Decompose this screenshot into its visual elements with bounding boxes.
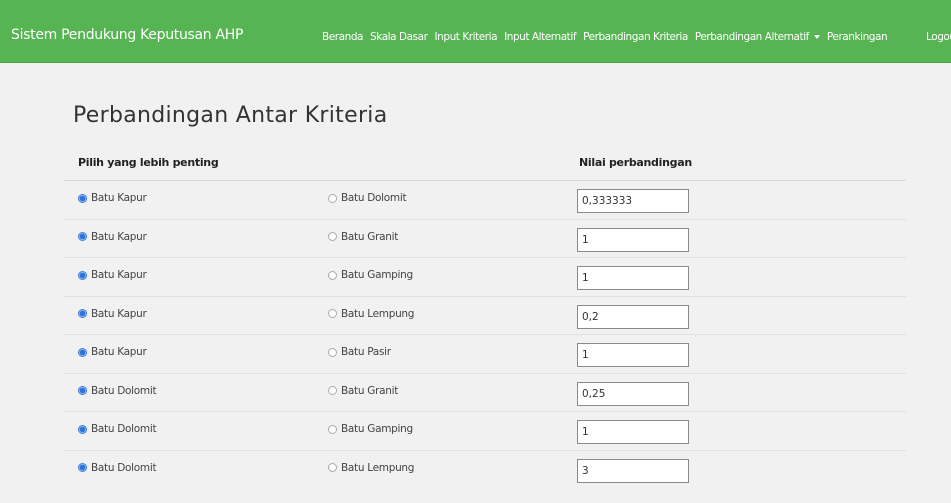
nav-skala-dasar[interactable]: Skala Dasar xyxy=(370,31,428,43)
option-right[interactable]: Batu Gamping xyxy=(328,423,413,435)
option-right-label: Batu Gamping xyxy=(341,423,413,435)
radio-button[interactable] xyxy=(78,232,87,241)
brand-title[interactable]: Sistem Pendukung Keputusan AHP xyxy=(11,27,243,43)
table-row: Batu Kapur Batu Pasir 1 xyxy=(64,335,906,374)
comparison-value-input[interactable]: 1 xyxy=(577,266,689,290)
option-left[interactable]: Batu Kapur xyxy=(78,269,147,281)
option-right-label: Batu Granit xyxy=(341,384,399,397)
radio-button[interactable] xyxy=(328,270,337,280)
option-left[interactable]: Batu Dolomit xyxy=(78,461,157,474)
radio-button[interactable] xyxy=(78,309,87,318)
option-right-label: Batu Granit xyxy=(341,230,399,243)
option-left[interactable]: Batu Kapur xyxy=(78,308,147,320)
nav-input-kriteria[interactable]: Input Kriteria xyxy=(435,31,498,43)
option-left-label: Batu Kapur xyxy=(91,269,147,281)
option-left-label: Batu Kapur xyxy=(91,307,147,320)
chevron-down-icon xyxy=(813,35,820,39)
comparison-value-input[interactable]: 1 xyxy=(577,343,689,367)
option-right[interactable]: Batu Dolomit xyxy=(328,192,407,204)
radio-button[interactable] xyxy=(328,309,337,318)
comparison-value-input[interactable]: 1 xyxy=(577,420,689,444)
option-right-label: Batu Gamping xyxy=(341,269,413,281)
radio-button[interactable] xyxy=(328,386,337,395)
option-right[interactable]: Batu Granit xyxy=(328,231,398,243)
option-right-label: Batu Lempung xyxy=(341,461,415,474)
radio-button[interactable] xyxy=(328,424,337,434)
option-left-label: Batu Dolomit xyxy=(91,384,157,397)
nav-beranda[interactable]: Beranda xyxy=(322,31,363,43)
table-row: Batu Dolomit Batu Gamping 1 xyxy=(64,412,906,451)
page-title: Perbandingan Antar Kriteria xyxy=(73,103,388,128)
radio-button[interactable] xyxy=(78,347,87,357)
nav-input-alternatif[interactable]: Input Alternatif xyxy=(504,31,576,43)
option-left-label: Batu Kapur xyxy=(91,230,147,243)
comparison-value-input[interactable]: 1 xyxy=(577,227,689,252)
comparison-value-input[interactable]: 0,333333 xyxy=(577,189,689,213)
option-right-label: Batu Lempung xyxy=(341,307,415,320)
option-right[interactable]: Batu Gamping xyxy=(328,269,413,281)
option-left[interactable]: Batu Kapur xyxy=(78,192,147,204)
nav-perbandingan-kriteria[interactable]: Perbandingan Kriteria xyxy=(583,31,688,43)
option-left-label: Batu Kapur xyxy=(91,346,147,358)
nav-perbandingan-alternatif-label: Perbandingan Alternatif xyxy=(694,31,810,43)
table-row: Batu Kapur Batu Gamping 1 xyxy=(64,258,906,297)
column-header-choose: Pilih yang lebih penting xyxy=(78,156,219,169)
radio-button[interactable] xyxy=(78,463,87,472)
comparison-value-input[interactable]: 0,25 xyxy=(577,381,689,406)
radio-button[interactable] xyxy=(328,232,337,241)
option-right[interactable]: Batu Lempung xyxy=(328,462,414,474)
option-right[interactable]: Batu Lempung xyxy=(328,308,414,320)
table-row: Batu Kapur Batu Dolomit 0,333333 xyxy=(64,181,906,220)
option-right-label: Batu Pasir xyxy=(341,346,391,358)
comparison-table: Batu Kapur Batu Dolomit 0,333333 Batu Ka… xyxy=(64,181,906,489)
nav-menu: Beranda Skala Dasar Input Kriteria Input… xyxy=(322,31,894,43)
option-left-label: Batu Dolomit xyxy=(91,423,157,435)
option-left[interactable]: Batu Kapur xyxy=(78,346,147,358)
radio-button[interactable] xyxy=(78,386,87,395)
radio-button[interactable] xyxy=(78,424,87,434)
nav-perankingan[interactable]: Perankingan xyxy=(827,31,888,43)
table-row: Batu Dolomit Batu Lempung 3 xyxy=(64,451,906,490)
radio-button[interactable] xyxy=(328,463,337,472)
option-left[interactable]: Batu Dolomit xyxy=(78,423,157,435)
table-row: Batu Kapur Batu Granit 1 xyxy=(64,220,906,258)
option-right[interactable]: Batu Pasir xyxy=(328,346,391,358)
option-left-label: Batu Kapur xyxy=(91,192,147,204)
comparison-value-input[interactable]: 3 xyxy=(577,458,689,483)
top-navbar: Sistem Pendukung Keputusan AHP Beranda S… xyxy=(0,0,951,63)
option-right-label: Batu Dolomit xyxy=(341,192,407,204)
option-left[interactable]: Batu Dolomit xyxy=(78,384,157,397)
option-right[interactable]: Batu Granit xyxy=(328,385,398,397)
comparison-value-input[interactable]: 0,2 xyxy=(577,304,689,329)
table-row: Batu Dolomit Batu Granit 0,25 xyxy=(64,374,906,412)
radio-button[interactable] xyxy=(328,193,337,203)
radio-button[interactable] xyxy=(78,193,87,203)
column-header-value: Nilai perbandingan xyxy=(579,156,692,169)
nav-logout[interactable]: Logout xyxy=(926,31,951,43)
option-left-label: Batu Dolomit xyxy=(91,461,157,474)
table-row: Batu Kapur Batu Lempung 0,2 xyxy=(64,297,906,335)
option-left[interactable]: Batu Kapur xyxy=(78,231,147,243)
radio-button[interactable] xyxy=(328,347,337,357)
nav-perbandingan-alternatif[interactable]: Perbandingan Alternatif xyxy=(695,31,820,43)
table-header: Pilih yang lebih penting Nilai perbandin… xyxy=(64,150,906,181)
radio-button[interactable] xyxy=(78,270,87,280)
